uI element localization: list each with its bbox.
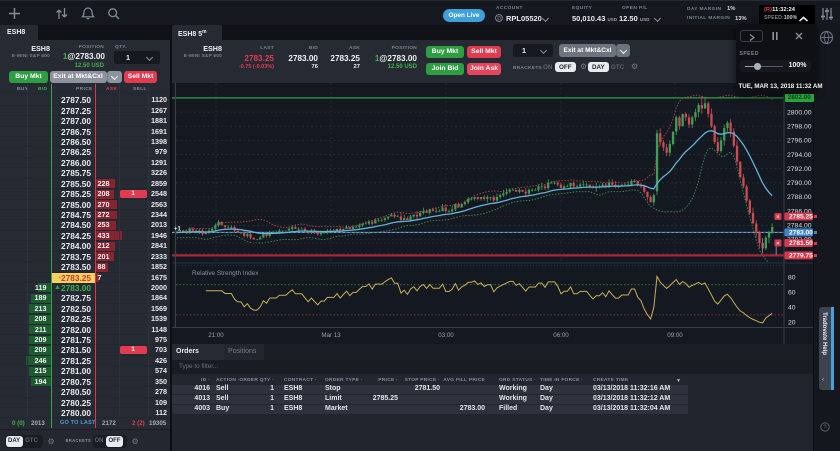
svg-text:×: × xyxy=(776,240,779,246)
svg-text:2783.00: 2783.00 xyxy=(789,229,813,236)
svg-text:×: × xyxy=(776,214,779,220)
svg-text:2798.00: 2798.00 xyxy=(787,123,812,130)
svg-text:2779.75: 2779.75 xyxy=(789,252,813,259)
svg-text:2788.00: 2788.00 xyxy=(787,194,812,201)
svg-text:2794.00: 2794.00 xyxy=(787,151,812,158)
svg-text:2781.50: 2781.50 xyxy=(789,240,813,247)
svg-text:80: 80 xyxy=(788,274,796,281)
svg-text:Mar 13: Mar 13 xyxy=(321,332,341,339)
svg-text:2792.00: 2792.00 xyxy=(787,165,812,172)
svg-text:+1: +1 xyxy=(174,226,182,232)
svg-text:06:00: 06:00 xyxy=(553,332,569,339)
svg-text:21:00: 21:00 xyxy=(208,332,224,339)
svg-text:60: 60 xyxy=(788,289,796,296)
svg-text:2785.25: 2785.25 xyxy=(789,213,813,220)
svg-text:?: ? xyxy=(823,425,827,431)
svg-text:D: D xyxy=(497,15,501,21)
svg-text:2790.00: 2790.00 xyxy=(787,180,812,187)
svg-text:03:00: 03:00 xyxy=(438,332,454,339)
svg-text:09:00: 09:00 xyxy=(667,332,683,339)
svg-text:2796.00: 2796.00 xyxy=(787,137,812,144)
svg-text:20: 20 xyxy=(788,319,796,326)
svg-text:40: 40 xyxy=(788,304,796,311)
svg-text:Relative Strength Index: Relative Strength Index xyxy=(192,270,259,277)
svg-text:2800.00: 2800.00 xyxy=(787,109,812,116)
